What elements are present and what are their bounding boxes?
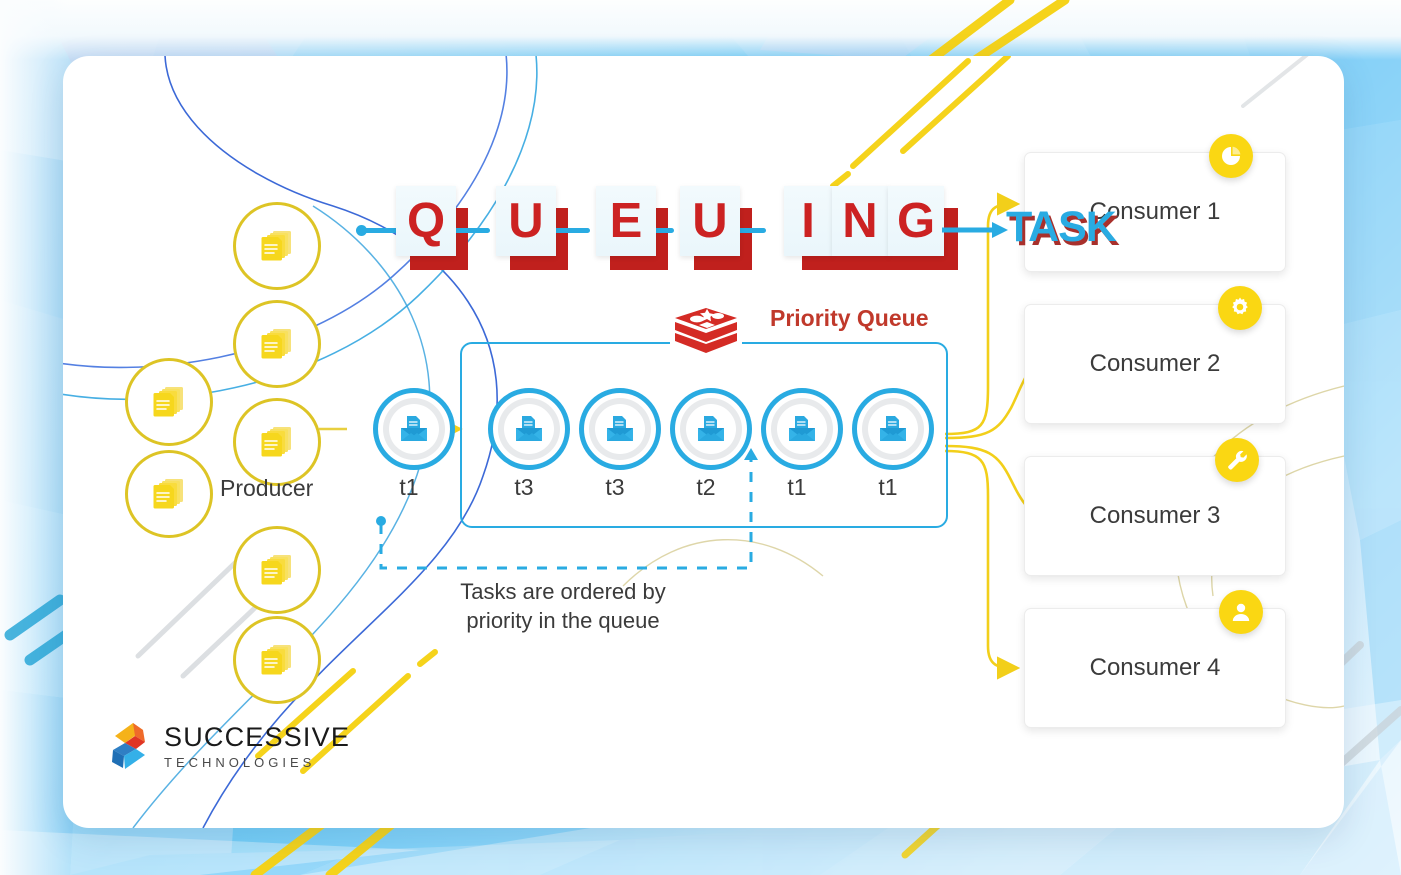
infographic-canvas: Producer Priority Queue t1 t3 t3 t2 t1 t… xyxy=(0,0,1401,875)
main-card: Producer Priority Queue t1 t3 t3 t2 t1 t… xyxy=(63,56,1344,828)
title-letter: U xyxy=(692,194,728,248)
title-arrow-icon xyxy=(942,222,1008,238)
queue-task-circle xyxy=(488,388,570,470)
queue-task-label: t3 xyxy=(514,474,534,500)
title-letter: G xyxy=(896,194,936,248)
inflight-task-label: t1 xyxy=(399,474,419,500)
pie-chart-icon xyxy=(1222,146,1241,165)
queue-task-circle xyxy=(670,388,752,470)
background-top-wash xyxy=(0,0,1401,60)
wrench-icon-badge xyxy=(1215,438,1259,482)
queuing-task-title: Q U E U I N G TASK xyxy=(356,186,1117,278)
queue-caption: Tasks are ordered by priority in the que… xyxy=(363,577,763,635)
stacked-documents-icon xyxy=(261,231,291,261)
title-letter: N xyxy=(842,194,878,248)
title-task-word: TASK xyxy=(1006,203,1117,251)
title-letter-card: U xyxy=(496,186,556,256)
producer-icon-circle xyxy=(233,398,321,486)
title-letter: U xyxy=(508,194,544,248)
queue-task-circle xyxy=(579,388,661,470)
wrench-icon xyxy=(1228,450,1247,470)
stacked-documents-icon xyxy=(153,387,183,417)
envelope-document-icon xyxy=(516,416,542,441)
title-letter-card: I xyxy=(784,186,833,256)
title-letter: I xyxy=(801,194,815,248)
background-left-wash xyxy=(0,0,70,875)
inflight-task-circle xyxy=(373,388,455,470)
stacked-documents-icon xyxy=(153,479,183,509)
queue-task-circle xyxy=(761,388,843,470)
company-logo: SUCCESSIVE TECHNOLOGIES xyxy=(105,720,350,772)
queue-task-label: t1 xyxy=(878,474,898,500)
producer-icon-circle xyxy=(125,450,213,538)
queue-task-label: t3 xyxy=(605,474,625,500)
queue-task-circle xyxy=(852,388,934,470)
title-letter-card: G xyxy=(888,186,944,256)
stacked-documents-icon xyxy=(261,645,291,675)
producer-icon-circle xyxy=(233,300,321,388)
logo-company-subtitle: TECHNOLOGIES xyxy=(164,754,316,770)
consumer-label: Consumer 4 xyxy=(1089,654,1221,681)
envelope-document-icon xyxy=(880,416,906,441)
producer-icon-circle xyxy=(233,526,321,614)
stacked-documents-icon xyxy=(261,427,291,457)
user-icon xyxy=(1232,603,1250,621)
title-letter: Q xyxy=(406,194,446,248)
priority-queue-label: Priority Queue xyxy=(770,305,929,331)
gear-icon-badge xyxy=(1218,286,1262,330)
consumer-label: Consumer 2 xyxy=(1089,350,1221,377)
user-icon-badge xyxy=(1219,590,1263,634)
successive-logo-mark xyxy=(112,723,145,769)
title-letter-card: N xyxy=(832,186,889,256)
gear-icon xyxy=(1232,297,1248,315)
queue-caption-line1: Tasks are ordered by xyxy=(460,579,666,604)
title-letter-card: Q xyxy=(396,186,456,256)
stacked-documents-icon xyxy=(261,329,291,359)
producer-label: Producer xyxy=(220,475,314,501)
envelope-document-icon xyxy=(698,416,724,441)
logo-company-name: SUCCESSIVE xyxy=(164,721,351,752)
producer-icon-circle xyxy=(125,358,213,446)
title-letter-card: U xyxy=(680,186,740,256)
queue-task-label: t1 xyxy=(787,474,807,500)
queue-caption-line2: priority in the queue xyxy=(466,608,660,634)
envelope-document-icon xyxy=(607,416,633,441)
envelope-document-icon xyxy=(401,416,427,441)
consumer-label: Consumer 3 xyxy=(1089,502,1221,529)
stacked-documents-icon xyxy=(261,555,291,585)
envelope-document-icon xyxy=(789,416,815,441)
pie-chart-icon-badge xyxy=(1209,134,1253,178)
queue-task-label: t2 xyxy=(696,474,716,500)
producer-icon-circle xyxy=(233,202,321,290)
logo-text: SUCCESSIVE TECHNOLOGIES xyxy=(164,721,351,770)
redis-logo-icon xyxy=(675,308,737,353)
producer-icon-circle xyxy=(233,616,321,704)
redis-logo-wrap xyxy=(670,303,742,365)
title-letter: E xyxy=(609,194,643,248)
title-letter-card: E xyxy=(596,186,656,256)
